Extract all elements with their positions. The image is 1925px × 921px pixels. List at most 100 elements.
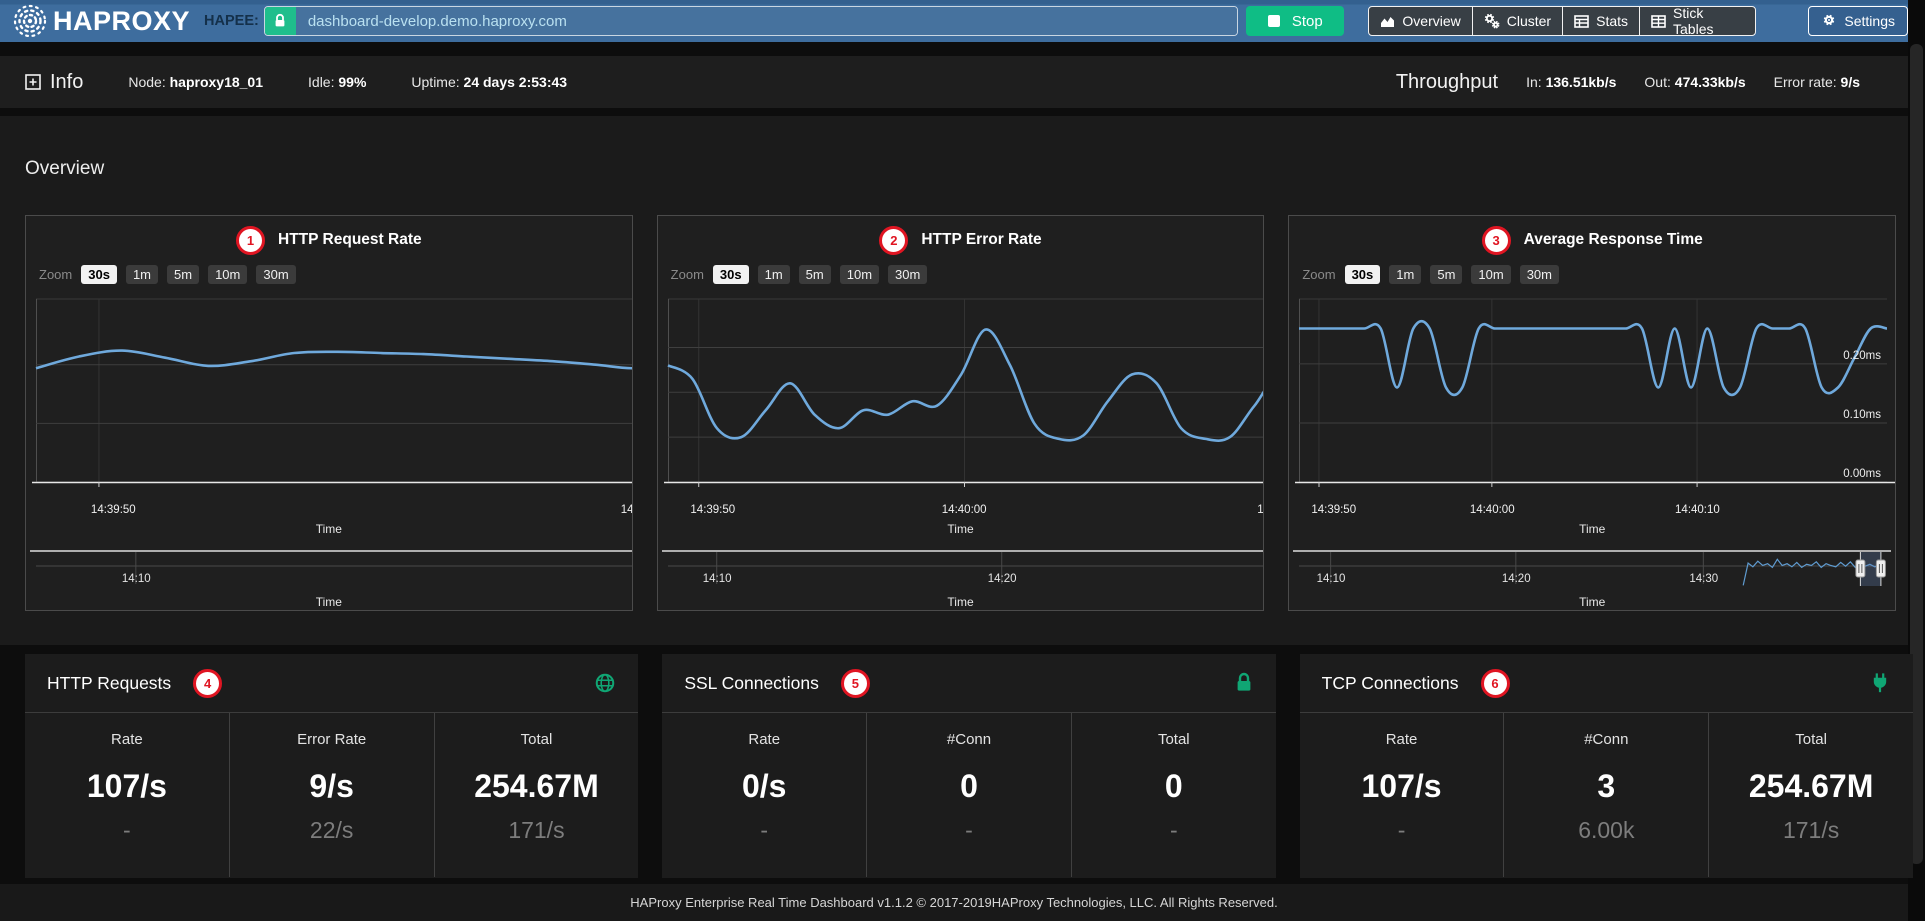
stat-column: Rate107/s- xyxy=(25,713,229,877)
stop-button[interactable]: Stop xyxy=(1246,6,1344,36)
stat-column: #Conn36.00k xyxy=(1503,713,1708,877)
stat-column: Error Rate9/s22/s xyxy=(229,713,434,877)
stat-label: Rate xyxy=(25,731,229,748)
field-value: haproxy18_01 xyxy=(170,74,263,90)
x-axis-labels: 14:39:5014:40:0014:40:10 xyxy=(26,504,632,519)
zoom-row: Zoom30s1m5m10m30m xyxy=(26,260,632,288)
stat-value: 107/s xyxy=(25,768,229,805)
card-title: SSL Connections xyxy=(684,673,819,694)
stat-sub-value: 6.00k xyxy=(1504,817,1708,844)
stat-value: 9/s xyxy=(230,768,434,805)
chart-title: Average Response Time xyxy=(1524,231,1703,249)
zoom-30m-button[interactable]: 30m xyxy=(1520,265,1559,284)
url-input[interactable] xyxy=(296,7,1237,35)
field-value: 136.51kb/s xyxy=(1546,74,1617,90)
navigator-tick-label: 14:10 xyxy=(1317,573,1346,585)
card-title: TCP Connections xyxy=(1322,673,1459,694)
expand-plus-icon xyxy=(25,74,41,90)
nav-button-cluster[interactable]: Cluster xyxy=(1472,6,1563,36)
throughput-label: Throughput xyxy=(1396,71,1498,94)
stat-card-tcp-connections: TCP Connections6Rate107/s-#Conn36.00kTot… xyxy=(1300,654,1913,878)
x-tick-label: 14:40:00 xyxy=(942,504,987,516)
zoom-row: Zoom30s1m5m10m30m xyxy=(658,260,1264,288)
zoom-10m-button[interactable]: 10m xyxy=(840,265,879,284)
zoom-30s-button[interactable]: 30s xyxy=(713,265,749,284)
zoom-10m-button[interactable]: 10m xyxy=(208,265,247,284)
table-icon xyxy=(1574,14,1589,29)
card-title: HTTP Requests xyxy=(47,673,171,694)
series-line xyxy=(668,329,1265,442)
zoom-1m-button[interactable]: 1m xyxy=(126,265,158,284)
brand-text: HAPROXY xyxy=(53,6,190,37)
nav-button-overview[interactable]: Overview xyxy=(1368,6,1472,36)
main-chart-area: 0.00ms0.10ms0.20ms xyxy=(1289,292,1895,504)
zoom-5m-button[interactable]: 5m xyxy=(167,265,199,284)
range-navigator[interactable]: 14:1014:2014:30 xyxy=(658,550,1264,592)
navigator-axis-title: Time xyxy=(658,595,1264,610)
zoom-5m-button[interactable]: 5m xyxy=(799,265,831,284)
zoom-30m-button[interactable]: 30m xyxy=(256,265,295,284)
zoom-1m-button[interactable]: 1m xyxy=(758,265,790,284)
stat-value: 107/s xyxy=(1300,768,1504,805)
zoom-30s-button[interactable]: 30s xyxy=(81,265,117,284)
lock-icon xyxy=(1234,672,1254,694)
url-bar xyxy=(264,6,1238,36)
stat-label: #Conn xyxy=(867,731,1071,748)
nav-button-group: Overview ClusterStats Stick Tables xyxy=(1368,6,1756,36)
stat-value: 0/s xyxy=(662,768,866,805)
settings-button[interactable]: Settings xyxy=(1808,6,1908,36)
throughput-field: In: 136.51kb/s xyxy=(1526,74,1616,90)
stat-column: Rate0/s- xyxy=(662,713,866,877)
stat-sub-value: - xyxy=(1072,817,1276,844)
navigator-handle[interactable] xyxy=(1877,560,1886,577)
range-navigator[interactable]: 14:1014:2014:30 xyxy=(26,550,632,592)
nav-button-label: Stick Tables xyxy=(1673,5,1744,37)
field-value: 9/s xyxy=(1841,74,1860,90)
info-title[interactable]: Info xyxy=(25,71,83,94)
card-stats: Rate107/s-#Conn36.00kTotal254.67M171/s xyxy=(1300,713,1913,877)
chart-canvas: 0.00/s5.00/s10.00/s15.00/s xyxy=(658,292,1265,504)
info-field: Uptime: 24 days 2:53:43 xyxy=(411,74,567,90)
panel-header: 1HTTP Request Rate xyxy=(26,216,632,260)
zoom-10m-button[interactable]: 10m xyxy=(1471,265,1510,284)
info-label: Info xyxy=(50,71,83,94)
main-chart-area: 0.00/s5.00/s10.00/s15.00/s xyxy=(658,292,1264,504)
navigator-handle[interactable] xyxy=(1856,560,1865,577)
stat-column: Total254.67M171/s xyxy=(1708,713,1913,877)
zoom-row: Zoom 30s 1m 5m 10m 30m xyxy=(1289,260,1895,288)
field-value: 24 days 2:53:43 xyxy=(464,74,568,90)
stat-column: #Conn0- xyxy=(866,713,1071,877)
top-navbar: HAPROXY HAPEE: Stop OverviewClusterStats… xyxy=(0,0,1908,42)
stat-sub-value: 171/s xyxy=(435,817,639,844)
nav-button-stick-tables[interactable]: Stick Tables xyxy=(1639,6,1756,36)
annotation-badge: 3 xyxy=(1482,226,1511,255)
navigator-tick-label: 14:20 xyxy=(987,573,1016,585)
stat-column: Total254.67M171/s xyxy=(434,713,639,877)
zoom-5m-button[interactable]: 5m xyxy=(1430,265,1462,284)
range-navigator[interactable]: 14:1014:2014:30 xyxy=(1289,550,1895,592)
panel-header: 3 Average Response Time xyxy=(1289,216,1895,260)
overview-section: Overview 1HTTP Request RateZoom30s1m5m10… xyxy=(0,116,1908,645)
stat-label: Total xyxy=(1709,731,1913,748)
series-line xyxy=(1299,321,1887,395)
card-header: SSL Connections5 xyxy=(662,654,1275,713)
area-chart-icon xyxy=(1380,14,1395,29)
footer-text: HAProxy Enterprise Real Time Dashboard v… xyxy=(630,895,1277,910)
y-axis-label: 0.00ms xyxy=(1844,468,1882,480)
zoom-30m-button[interactable]: 30m xyxy=(888,265,927,284)
navigator-axis-title: Time xyxy=(26,595,632,610)
info-field: Node: haproxy18_01 xyxy=(128,74,263,90)
zoom-30s-button[interactable]: 30s xyxy=(1345,265,1381,284)
nav-button-label: Overview xyxy=(1402,13,1460,29)
stat-sub-value: - xyxy=(867,817,1071,844)
x-tick-label: 14:39:50 xyxy=(91,504,136,516)
throughput-field: Out: 474.33kb/s xyxy=(1644,74,1745,90)
zoom-label: Zoom xyxy=(1302,267,1335,282)
chart-panel-2: 2HTTP Error RateZoom30s1m5m10m30m0.00/s5… xyxy=(657,215,1265,611)
nav-button-stats[interactable]: Stats xyxy=(1562,6,1640,36)
field-label: In: xyxy=(1526,74,1542,90)
zoom-1m-button[interactable]: 1m xyxy=(1389,265,1421,284)
stat-label: #Conn xyxy=(1504,731,1708,748)
x-tick-label: 14:39:50 xyxy=(1311,504,1356,516)
card-icon-slot xyxy=(1234,672,1254,694)
